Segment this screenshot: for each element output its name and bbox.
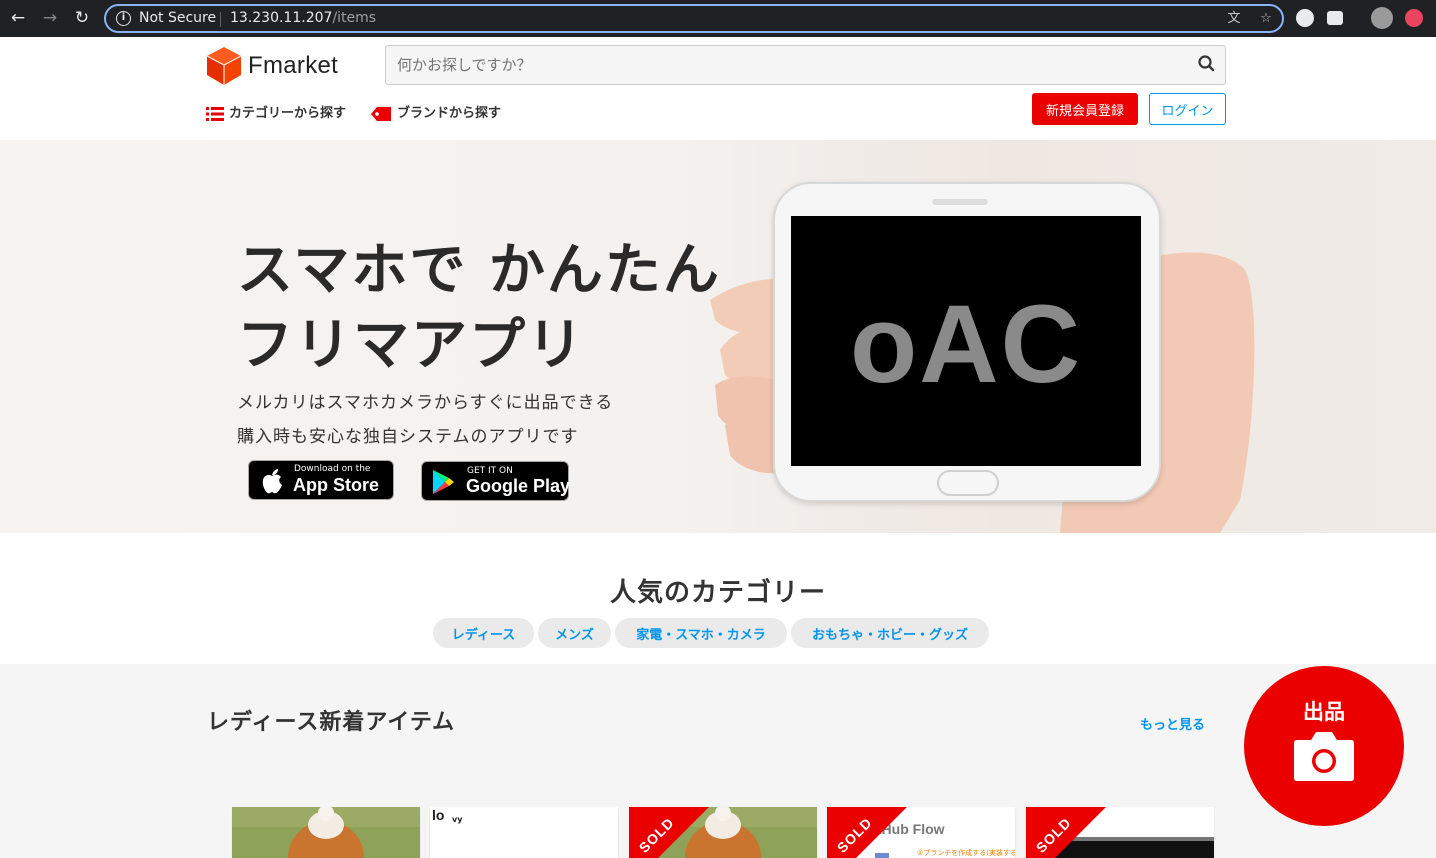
list-icon xyxy=(206,107,224,121)
item-card[interactable]: SOLD xyxy=(629,807,817,858)
item-card[interactable] xyxy=(232,807,420,858)
site-logo[interactable]: Fmarket xyxy=(206,46,346,86)
item-snippet-suffix: vy xyxy=(452,815,463,824)
nav-category-label: カテゴリーから探す xyxy=(229,106,347,121)
address-bar[interactable]: i Not Secure 13.230.11.207/items 文 ☆ xyxy=(104,4,1284,33)
category-chip-ladies[interactable]: レディース xyxy=(433,618,534,648)
hero-subtext-1: メルカリはスマホカメラからすぐに出品できる xyxy=(237,393,614,413)
login-button[interactable]: ログイン xyxy=(1149,93,1226,125)
sell-label: 出品 xyxy=(1303,700,1345,724)
url-host: 13.230.11.207 xyxy=(230,10,333,26)
nav-brand-label: ブランドから探す xyxy=(397,106,502,121)
nav-category[interactable]: カテゴリーから探す xyxy=(206,104,356,124)
item-snippet-text: lo xyxy=(432,807,445,823)
hero-subtext-2: 購入時も安心な独自システムのアプリです xyxy=(237,427,579,447)
reload-icon[interactable]: ↻ xyxy=(70,6,94,30)
search-icon[interactable] xyxy=(1196,53,1218,75)
security-label: Not Secure xyxy=(139,10,217,26)
item-photo xyxy=(232,807,420,858)
forward-arrow-icon[interactable]: → xyxy=(38,6,62,30)
extension-icon[interactable] xyxy=(1296,9,1314,27)
see-more-link[interactable]: もっと見る xyxy=(1140,714,1205,733)
app-store-label: App Store xyxy=(293,475,380,495)
back-arrow-icon[interactable]: ← xyxy=(6,6,30,30)
info-icon[interactable]: i xyxy=(116,11,131,26)
app-store-badge[interactable]: Download on the App Store xyxy=(248,460,394,500)
phone-screen-text: oAC xyxy=(849,283,1083,406)
hero-headline-2: フリマアプリ xyxy=(237,313,585,378)
phone-home-button xyxy=(937,470,999,496)
apple-icon xyxy=(262,469,282,494)
translate-icon[interactable]: 文 xyxy=(1226,11,1242,27)
app-store-small-text: Download on the xyxy=(294,464,371,474)
logo-text: Fmarket xyxy=(248,52,339,79)
logo-cube-icon xyxy=(206,47,242,85)
address-divider xyxy=(220,12,221,27)
update-icon[interactable] xyxy=(1405,9,1423,27)
star-icon[interactable]: ☆ xyxy=(1258,11,1274,27)
new-items-title: レディース新着アイテム xyxy=(207,710,456,735)
tag-icon xyxy=(371,107,391,121)
browser-toolbar: ← → ↻ i Not Secure 13.230.11.207/items 文… xyxy=(0,0,1436,37)
search-input[interactable] xyxy=(385,45,1226,85)
signup-button[interactable]: 新規会員登録 xyxy=(1032,93,1138,125)
google-play-badge[interactable]: GET IT ON Google Play xyxy=(421,461,571,501)
google-play-label: Google Play xyxy=(466,476,571,496)
item-card[interactable]: lo vy xyxy=(430,807,618,858)
camera-icon xyxy=(1294,732,1354,781)
window-icon[interactable] xyxy=(1327,11,1343,25)
item-snippet-sub: ①ブランチを作成する(実装する内容が xyxy=(917,849,1015,857)
hero-banner: スマホで かんたん フリマアプリ メルカリはスマホカメラからすぐに出品できる 購… xyxy=(0,140,1436,533)
sell-button[interactable]: 出品 xyxy=(1244,666,1404,826)
item-card[interactable]: itHub Flow ①ブランチを作成する(実装する内容が SOLD xyxy=(827,807,1015,858)
url-text: 13.230.11.207/items xyxy=(230,10,376,26)
url-path: /items xyxy=(332,10,377,26)
category-chip-electronics[interactable]: 家電・スマホ・カメラ xyxy=(615,618,787,648)
profile-avatar[interactable] xyxy=(1371,7,1393,29)
popular-categories-title: 人気のカテゴリー xyxy=(609,578,826,608)
category-chip-mens[interactable]: メンズ xyxy=(538,618,611,648)
item-card[interactable]: SOLD xyxy=(1026,807,1214,858)
hero-headline-1: スマホで かんたん xyxy=(237,238,721,303)
category-chip-toys[interactable]: おもちゃ・ホビー・グッズ xyxy=(791,618,989,648)
google-play-icon xyxy=(433,470,454,494)
google-play-small-text: GET IT ON xyxy=(467,466,513,476)
phone-screen: oAC xyxy=(791,216,1141,466)
phone-speaker xyxy=(932,199,988,205)
nav-brand[interactable]: ブランドから探す xyxy=(371,104,511,124)
